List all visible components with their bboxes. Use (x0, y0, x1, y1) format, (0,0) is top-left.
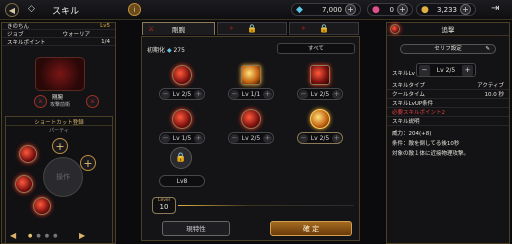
crystal-icon: ◆ (166, 47, 172, 54)
add-gem-button[interactable]: + (397, 4, 408, 15)
edit-icon: ✎ (485, 46, 490, 52)
tab-locked-2[interactable]: ✦ 🔒 (289, 22, 359, 35)
shortcut-area: ショートカット登録 パーティ 操作 + + ◀ ●●●● ▶ (5, 116, 113, 244)
page-right-arrow[interactable]: ▶ (79, 231, 85, 240)
minus-button[interactable]: − (161, 89, 170, 99)
level-line (178, 205, 354, 206)
detail-skill-icon (390, 24, 400, 34)
plus-button[interactable]: + (194, 89, 203, 99)
crystal-icon: ◆ (296, 4, 303, 15)
skill-lv-1: − Lv 2/5 + (159, 88, 205, 100)
operation-circle[interactable]: 操作 (43, 157, 83, 197)
top-bar: ◀ ◇ スキル i ◆ 7,000 + ● 0 + ● 3,233 + ⇥ (0, 0, 512, 20)
description-text: 対象の敵１体に近接物理攻撃。 (392, 151, 470, 157)
class-emblem (35, 57, 85, 91)
minus-button[interactable]: − (299, 133, 308, 143)
page-title: スキル (52, 7, 80, 17)
class-name: 剛腕 (52, 95, 64, 101)
tab-locked-1[interactable]: ✦ 🔒 (217, 22, 287, 35)
plus-button[interactable]: + (263, 89, 272, 99)
character-panel: きのちん Lv5 ジョブ ウォーリア スキルポイント 1/4 ⚔ ⚔ 剛腕 攻撃… (1, 22, 116, 244)
shortcut-add-1[interactable]: + (52, 138, 68, 154)
lock-icon: 🔒 (319, 24, 329, 33)
back-button[interactable]: ◀ (5, 3, 19, 17)
locked-skill-lv: Lv8 (159, 175, 205, 187)
shortcut-sub: パーティ (49, 128, 69, 134)
lvup-cond: 必要スキルポイント2 (387, 108, 509, 117)
lock-icon: 🔒 (247, 24, 257, 33)
skill-lv-5: − Lv 2/5 + (228, 132, 274, 144)
skill-node-2[interactable] (241, 65, 261, 85)
plus-button[interactable]: + (263, 133, 272, 143)
class-subtitle: 攻撃前衛 (50, 102, 71, 108)
page-left-arrow[interactable]: ◀ (10, 231, 16, 240)
confirm-button[interactable]: 確 定 (270, 221, 352, 236)
shortcut-title: ショートカット登録 (6, 118, 112, 126)
skill-lv-control: − Lv 2/5 + (416, 63, 476, 77)
minus-button[interactable]: − (299, 89, 308, 99)
detail-info: スキルタイプ アクティブ クールタイム 10.0 秒 スキルLvUP条件 必要スキル… (387, 81, 509, 162)
skill-node-4[interactable] (172, 109, 192, 129)
class-icon-right[interactable]: ⚔ (86, 95, 99, 108)
gold-counter: ● 3,233 + (416, 3, 476, 16)
tab-gouwan-icon: ⚔ (148, 25, 155, 33)
skill-node-6[interactable] (310, 109, 330, 129)
level-marker: Level 10 (152, 197, 176, 214)
back-arrow-icon: ◀ (8, 5, 16, 15)
lock-icon: 🔒 (175, 153, 187, 163)
skill-lv-6: − Lv 2/5 + (297, 132, 343, 144)
skill-node-1[interactable] (172, 65, 192, 85)
detail-plus-button[interactable]: + (462, 64, 473, 76)
tab-gouwan[interactable]: ⚔ 剛腕 (142, 22, 215, 35)
coin-icon: ● (421, 4, 429, 15)
cooldown-row: クールタイム 10.0 秒 (387, 90, 509, 99)
skill-lv-2: − Lv 1/1 + (228, 88, 274, 100)
skill-type-row: スキルタイプ アクティブ (387, 81, 509, 90)
skill-detail-panel: 追撃 セリフ設定 ✎ スキルLv − Lv 2/5 + スキルタイプ アクティブ … (386, 22, 510, 244)
tab-locked-2-emblem-icon: ✦ (300, 24, 307, 33)
skill-tree-panel: 初期化 ◆ 275 すべて − Lv 2/5 + − Lv 1/1 + − Lv 2/5 +… (141, 36, 360, 241)
add-gold-button[interactable]: + (460, 4, 471, 15)
locked-skill-node[interactable]: 🔒 (170, 147, 192, 169)
plus-button[interactable]: + (194, 133, 203, 143)
plus-button[interactable]: + (332, 89, 341, 99)
shortcut-add-2[interactable]: + (80, 155, 96, 171)
page-dots: ●●●● (28, 233, 62, 239)
detail-minus-button[interactable]: − (419, 64, 430, 76)
dialogue-setting-button[interactable]: セリフ設定 ✎ (400, 44, 496, 54)
condition-text: 条件：敵を倒してる後10秒 (392, 141, 460, 147)
lvup-cond-label: スキルLvUP条件 (387, 99, 509, 108)
skill-lv-label: スキルLv (392, 71, 415, 77)
minus-button[interactable]: − (230, 89, 239, 99)
skillpoint-row: スキルポイント 1/4 (2, 38, 115, 46)
power-text: 威力：204(+8) (392, 131, 432, 137)
class-icon-left[interactable]: ⚔ (34, 95, 47, 108)
gem-counter: ● 0 + (367, 3, 413, 16)
shortcut-skill-3[interactable] (33, 197, 51, 215)
info-button[interactable]: i (128, 3, 141, 16)
skill-lv-4: − Lv 1/5 + (159, 132, 205, 144)
menu-icon[interactable]: ◇ (28, 4, 42, 16)
crystal-counter: ◆ 7,000 + (291, 3, 361, 16)
plus-button[interactable]: + (332, 133, 341, 143)
shortcut-skill-1[interactable] (19, 145, 37, 163)
skill-lv-3: − Lv 2/5 + (297, 88, 343, 100)
exit-icon[interactable]: ⇥ (491, 3, 505, 17)
tab-locked-1-emblem-icon: ✦ (228, 24, 235, 33)
skill-node-3[interactable] (310, 65, 330, 85)
reset-label: 初期化 ◆ 275 (147, 47, 185, 54)
minus-button[interactable]: − (230, 133, 239, 143)
minus-button[interactable]: − (161, 133, 170, 143)
skill-node-5[interactable] (241, 109, 261, 129)
all-filter-button[interactable]: すべて (277, 43, 355, 54)
shortcut-skill-2[interactable] (15, 175, 33, 193)
detail-header: 追撃 (387, 23, 509, 36)
gem-icon: ● (372, 4, 380, 15)
add-crystal-button[interactable]: + (345, 4, 356, 15)
current-traits-button[interactable]: 現特性 (162, 221, 230, 236)
desc-label: スキル説明 (387, 117, 509, 126)
